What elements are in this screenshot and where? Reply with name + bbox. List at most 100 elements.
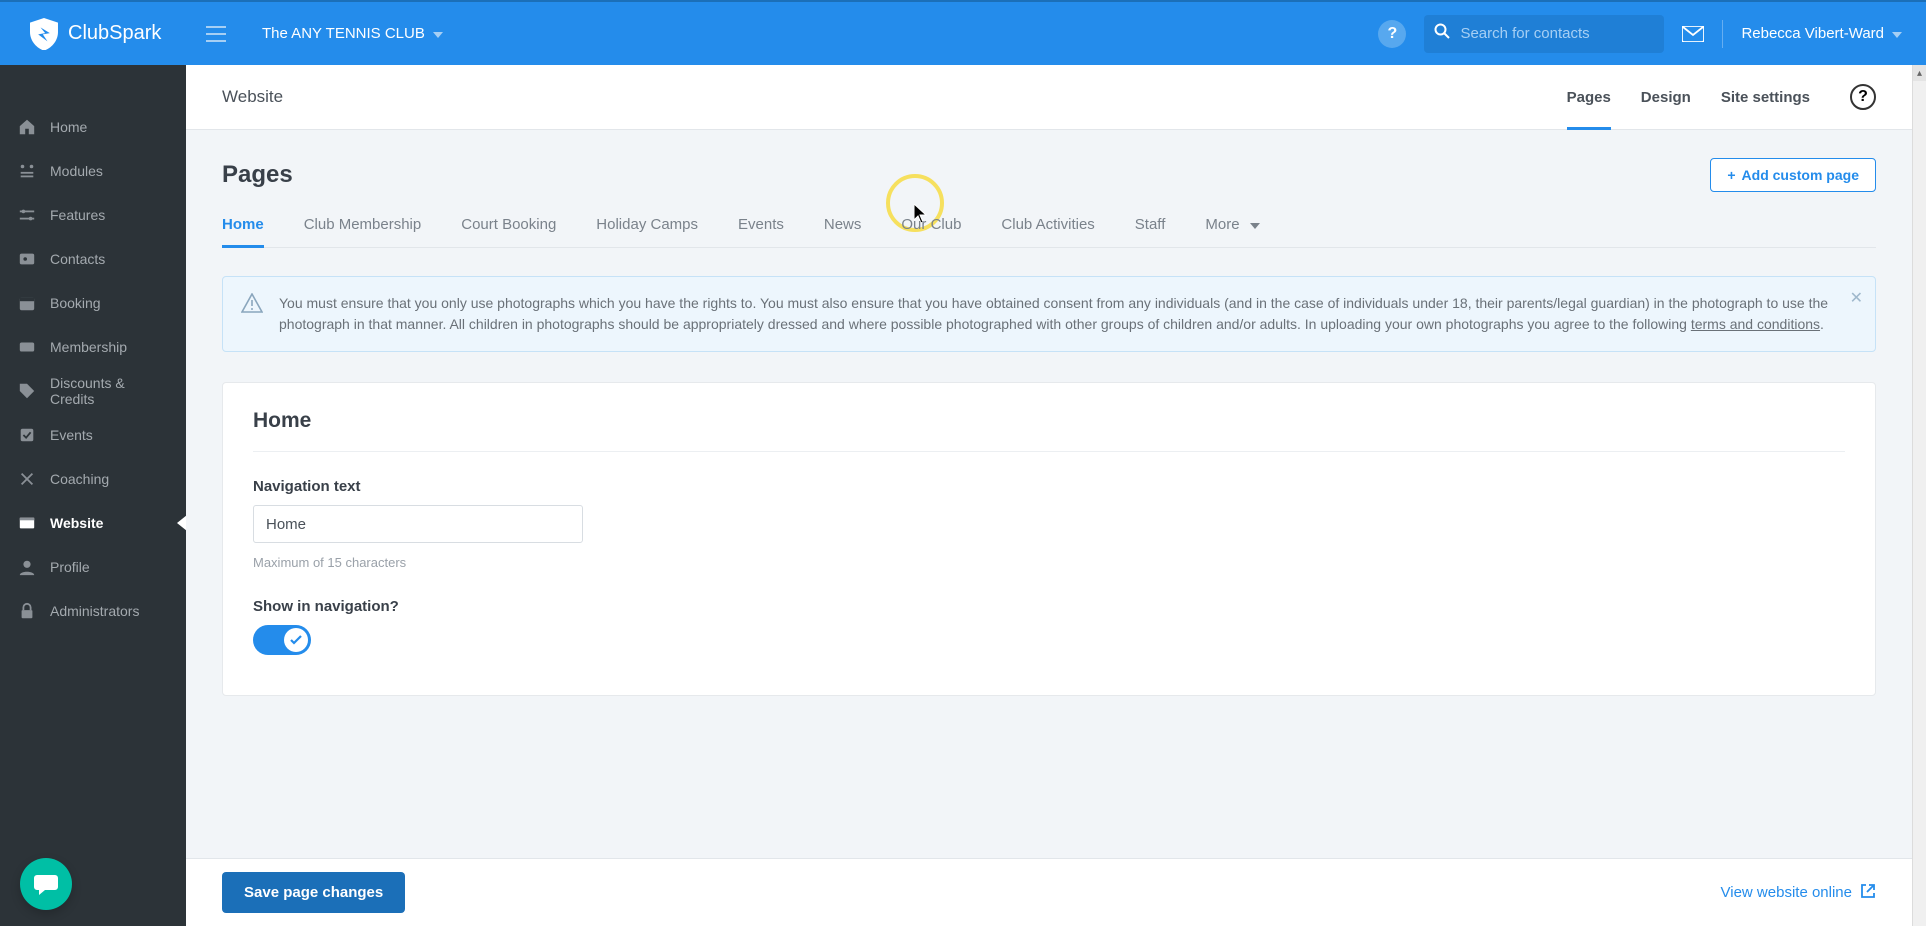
sidebar-item-label: Events: [50, 427, 93, 443]
plus-icon: +: [1727, 167, 1735, 183]
tab-label: Design: [1641, 89, 1691, 106]
sidebar-item-label: Website: [50, 515, 103, 531]
sidebar-item-contacts[interactable]: Contacts: [0, 237, 186, 281]
tab-site-settings[interactable]: Site settings: [1721, 65, 1810, 129]
page-tab-more[interactable]: More: [1205, 216, 1259, 247]
add-custom-page-button[interactable]: + Add custom page: [1710, 158, 1876, 192]
main-row: Home Modules Features Contacts Booking M…: [0, 65, 1926, 926]
page-tab-club-membership[interactable]: Club Membership: [304, 216, 422, 247]
help-button[interactable]: ?: [1378, 20, 1406, 48]
button-label: Add custom page: [1742, 167, 1859, 183]
sidebar-item-events[interactable]: Events: [0, 413, 186, 457]
contacts-icon: [18, 250, 36, 268]
topbar-right: ? Rebecca Vibert-Ward: [1378, 15, 1926, 53]
sidebar-item-features[interactable]: Features: [0, 193, 186, 237]
close-notice-button[interactable]: ✕: [1850, 287, 1863, 311]
home-icon: [18, 118, 36, 136]
show-nav-toggle[interactable]: [253, 625, 311, 655]
scroll-area[interactable]: Pages + Add custom page Home Club Member…: [186, 130, 1912, 858]
tab-label: Home: [222, 216, 264, 233]
action-bar: Save page changes View website online: [186, 858, 1912, 926]
sidebar-item-home[interactable]: Home: [0, 105, 186, 149]
tab-label: Site settings: [1721, 89, 1810, 106]
terms-link[interactable]: terms and conditions: [1691, 316, 1820, 332]
coaching-icon: [18, 470, 36, 488]
tag-icon: [18, 382, 36, 400]
page-head: Pages + Add custom page: [222, 158, 1876, 192]
tab-label: Court Booking: [461, 216, 556, 233]
brand-area[interactable]: ClubSpark: [0, 2, 186, 65]
messages-button[interactable]: [1682, 26, 1704, 42]
page-tab-our-club[interactable]: Our Club: [901, 216, 961, 247]
save-button[interactable]: Save page changes: [222, 872, 405, 913]
page-tab-home[interactable]: Home: [222, 216, 264, 247]
membership-icon: [18, 338, 36, 356]
check-icon: [290, 635, 302, 645]
tab-label: Holiday Camps: [596, 216, 698, 233]
subheader-tabs: Pages Design Site settings ?: [1567, 65, 1876, 129]
toggle-knob: [284, 628, 308, 652]
sidebar-item-booking[interactable]: Booking: [0, 281, 186, 325]
page-tab-club-activities[interactable]: Club Activities: [1001, 216, 1094, 247]
brand-name: ClubSpark: [68, 22, 161, 45]
chevron-down-icon: [433, 25, 443, 42]
club-selector[interactable]: The ANY TENNIS CLUB: [246, 25, 459, 42]
search-input[interactable]: [1460, 25, 1654, 42]
user-name: Rebecca Vibert-Ward: [1741, 25, 1884, 42]
tab-label: Club Activities: [1001, 216, 1094, 233]
tab-label: Events: [738, 216, 784, 233]
context-help-button[interactable]: ?: [1850, 84, 1876, 110]
scroll-up-arrow-icon[interactable]: ▴: [1913, 65, 1926, 81]
sidebar-item-discounts[interactable]: Discounts & Credits: [0, 369, 186, 413]
sidebar-item-coaching[interactable]: Coaching: [0, 457, 186, 501]
sidebar-item-label: Contacts: [50, 251, 105, 267]
page-tab-events[interactable]: Events: [738, 216, 784, 247]
sidebar-item-profile[interactable]: Profile: [0, 545, 186, 589]
sidebar-item-administrators[interactable]: Administrators: [0, 589, 186, 633]
subheader: Website Pages Design Site settings ?: [186, 65, 1912, 130]
show-nav-label: Show in navigation?: [253, 598, 1845, 615]
chevron-down-icon: [1892, 25, 1902, 42]
view-website-link[interactable]: View website online: [1721, 883, 1876, 903]
sidebar-item-label: Modules: [50, 163, 103, 179]
sidebar: Home Modules Features Contacts Booking M…: [0, 65, 186, 926]
search-input-wrap[interactable]: [1424, 15, 1664, 53]
sidebar-item-website[interactable]: Website: [0, 501, 186, 545]
tab-design[interactable]: Design: [1641, 65, 1691, 129]
hamburger-menu[interactable]: [186, 2, 246, 65]
page-tab-holiday-camps[interactable]: Holiday Camps: [596, 216, 698, 247]
page-tab-court-booking[interactable]: Court Booking: [461, 216, 556, 247]
nav-text-help: Maximum of 15 characters: [253, 555, 1845, 570]
page-tabs: Home Club Membership Court Booking Holid…: [222, 216, 1876, 248]
page-tab-news[interactable]: News: [824, 216, 862, 247]
sidebar-item-label: Booking: [50, 295, 101, 311]
tab-pages[interactable]: Pages: [1567, 65, 1611, 129]
lock-icon: [18, 602, 36, 620]
help-icon: ?: [1388, 25, 1398, 43]
nav-text-label: Navigation text: [253, 478, 1845, 495]
notice-text-b: .: [1820, 316, 1824, 332]
notice-text-a: You must ensure that you only use photog…: [279, 295, 1828, 332]
calendar-icon: [18, 294, 36, 312]
tab-label: Club Membership: [304, 216, 422, 233]
sidebar-item-label: Discounts & Credits: [50, 375, 168, 407]
sidebar-item-membership[interactable]: Membership: [0, 325, 186, 369]
window-scrollbar[interactable]: ▴: [1912, 65, 1926, 926]
content-column: Website Pages Design Site settings ? Pag…: [186, 65, 1912, 926]
card-title: Home: [253, 409, 1845, 433]
home-page-card: Home Navigation text Maximum of 15 chara…: [222, 382, 1876, 696]
divider: [253, 451, 1845, 452]
sidebar-item-modules[interactable]: Modules: [0, 149, 186, 193]
user-menu[interactable]: Rebecca Vibert-Ward: [1741, 25, 1902, 42]
external-link-icon: [1860, 883, 1876, 903]
chat-widget-button[interactable]: [20, 858, 72, 910]
sidebar-item-label: Profile: [50, 559, 90, 575]
profile-icon: [18, 558, 36, 576]
tab-label: Our Club: [901, 216, 961, 233]
page-tab-staff[interactable]: Staff: [1135, 216, 1166, 247]
tab-label: More: [1205, 216, 1239, 233]
chevron-down-icon: [1250, 216, 1260, 233]
website-icon: [18, 514, 36, 532]
nav-text-input[interactable]: [253, 505, 583, 543]
topbar: ClubSpark The ANY TENNIS CLUB ? Rebecca …: [0, 0, 1926, 65]
